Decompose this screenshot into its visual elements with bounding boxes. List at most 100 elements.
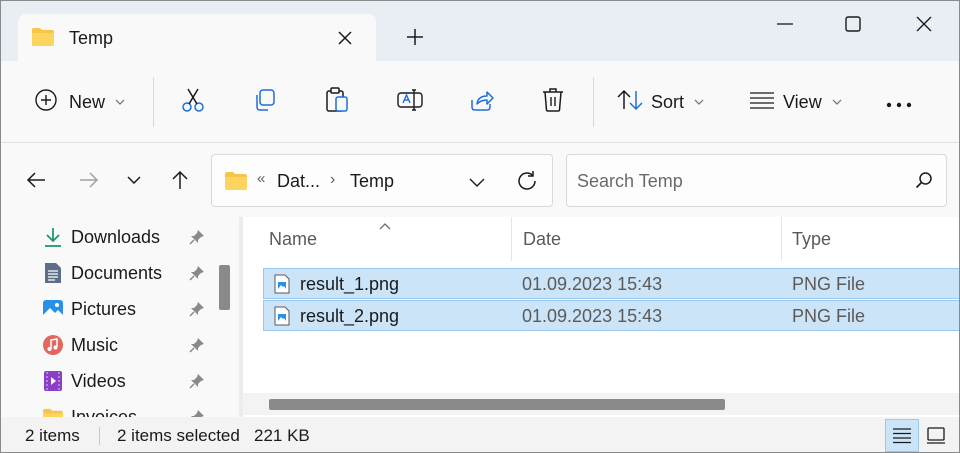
copy-button[interactable] xyxy=(253,83,277,121)
sort-button[interactable]: Sort xyxy=(617,83,704,121)
search-input[interactable] xyxy=(577,167,897,195)
item-count: 2 items xyxy=(25,426,80,445)
selection-count: 2 items selected xyxy=(117,426,240,445)
table-row[interactable]: result_1.png 01.09.2023 15:43 PNG File xyxy=(263,268,959,299)
sidebar-item-pictures[interactable]: Pictures xyxy=(41,295,216,323)
sidebar-item-label: Documents xyxy=(71,262,163,283)
folder-icon xyxy=(31,27,55,52)
status-bar: 2 items 2 items selected 221 KB xyxy=(1,417,959,452)
sort-label: Sort xyxy=(651,91,685,112)
title-bar: Temp xyxy=(1,1,959,62)
breadcrumb-separator: › xyxy=(330,171,336,188)
pin-icon[interactable] xyxy=(189,265,205,286)
tab-temp[interactable]: Temp xyxy=(18,14,376,62)
file-type: PNG File xyxy=(792,274,866,294)
sidebar-scrollbar-thumb[interactable] xyxy=(219,265,230,310)
breadcrumb-overflow[interactable]: « xyxy=(257,170,265,187)
sidebar-item-label: Invoices xyxy=(71,406,138,418)
sort-icon xyxy=(617,89,643,116)
scissors-icon xyxy=(181,87,205,118)
close-window-icon[interactable] xyxy=(902,9,946,39)
close-tab-icon[interactable] xyxy=(332,25,358,51)
rename-icon xyxy=(397,88,423,117)
share-icon xyxy=(469,88,495,117)
refresh-icon[interactable] xyxy=(514,168,540,194)
maximize-icon[interactable] xyxy=(831,9,875,39)
command-bar: New Sort View xyxy=(1,61,959,143)
sidebar-item-label: Downloads xyxy=(71,226,161,247)
new-label: New xyxy=(69,91,106,112)
paste-button[interactable] xyxy=(325,83,349,121)
selection-size: 221 KB xyxy=(254,426,310,445)
sidebar-item-label: Videos xyxy=(71,370,126,391)
pin-icon[interactable] xyxy=(189,337,205,358)
png-file-icon xyxy=(274,274,290,299)
plus-circle-icon xyxy=(35,88,57,116)
share-button[interactable] xyxy=(469,83,495,121)
sidebar-item-label: Pictures xyxy=(71,298,137,319)
navigation-row: « Dat... › Temp xyxy=(1,143,959,217)
documents-icon xyxy=(41,261,65,285)
view-button[interactable]: View xyxy=(749,83,842,121)
search-icon[interactable] xyxy=(915,171,933,194)
download-icon xyxy=(41,225,65,249)
file-list: Name Date Type result_1.png 01.09.2023 1… xyxy=(243,217,959,417)
chevron-down-icon xyxy=(694,96,704,108)
column-header-type[interactable]: Type xyxy=(792,229,831,250)
address-bar[interactable]: « Dat... › Temp xyxy=(211,154,553,207)
pin-icon[interactable] xyxy=(189,229,205,250)
sidebar-scrollbar[interactable] xyxy=(217,217,233,417)
delete-button[interactable] xyxy=(541,83,565,121)
breadcrumb-item[interactable]: Dat... xyxy=(277,171,320,192)
breadcrumb-item[interactable]: Temp xyxy=(350,171,394,192)
tiles-view-icon[interactable] xyxy=(921,419,951,452)
trash-icon xyxy=(541,87,565,118)
toolbar-divider xyxy=(593,77,594,127)
navigation-pane: Downloads Documents Pictures Music Video… xyxy=(1,217,239,417)
sidebar-item-label: Music xyxy=(71,334,119,355)
horizontal-scrollbar-thumb[interactable] xyxy=(269,399,725,410)
column-divider[interactable] xyxy=(781,217,782,261)
sort-ascending-icon xyxy=(379,217,391,235)
new-button[interactable]: New xyxy=(35,83,125,121)
sidebar-item-invoices[interactable]: Invoices xyxy=(41,403,216,417)
sidebar-item-music[interactable]: Music xyxy=(41,331,216,359)
minimize-icon[interactable] xyxy=(763,9,807,39)
file-name: result_2.png xyxy=(300,306,400,326)
column-divider[interactable] xyxy=(511,217,512,261)
back-arrow-icon[interactable] xyxy=(21,165,51,195)
sidebar-item-downloads[interactable]: Downloads xyxy=(41,223,216,251)
sidebar-item-videos[interactable]: Videos xyxy=(41,367,216,395)
pin-icon[interactable] xyxy=(189,373,205,394)
column-header-name[interactable]: Name xyxy=(269,229,317,250)
recent-locations-chevron-icon[interactable] xyxy=(119,165,149,195)
music-icon xyxy=(41,333,65,357)
column-header-date[interactable]: Date xyxy=(523,229,561,250)
folder-icon xyxy=(41,405,65,417)
toolbar-divider xyxy=(153,77,154,127)
file-type: PNG File xyxy=(792,306,866,326)
new-tab-icon[interactable] xyxy=(401,23,429,51)
pictures-icon xyxy=(41,297,65,321)
folder-icon xyxy=(224,171,248,196)
file-name: result_1.png xyxy=(300,274,400,294)
sidebar-item-documents[interactable]: Documents xyxy=(41,259,216,287)
forward-arrow-icon[interactable] xyxy=(74,165,104,195)
ellipsis-icon xyxy=(885,92,913,113)
list-view-icon xyxy=(749,91,775,114)
clipboard-icon xyxy=(325,86,349,118)
chevron-down-icon[interactable] xyxy=(464,169,490,195)
details-view-icon[interactable] xyxy=(885,419,919,452)
more-options-button[interactable] xyxy=(885,83,913,121)
rename-button[interactable] xyxy=(397,83,423,121)
table-row[interactable]: result_2.png 01.09.2023 15:43 PNG File xyxy=(263,300,959,331)
pin-icon[interactable] xyxy=(189,301,205,322)
file-date: 01.09.2023 15:43 xyxy=(522,274,663,294)
tab-title: Temp xyxy=(69,28,114,48)
cut-button[interactable] xyxy=(181,83,205,121)
up-arrow-icon[interactable] xyxy=(165,165,195,195)
pin-icon[interactable] xyxy=(189,409,205,417)
copy-icon xyxy=(253,88,277,117)
search-box xyxy=(566,154,947,207)
videos-icon xyxy=(41,369,65,393)
